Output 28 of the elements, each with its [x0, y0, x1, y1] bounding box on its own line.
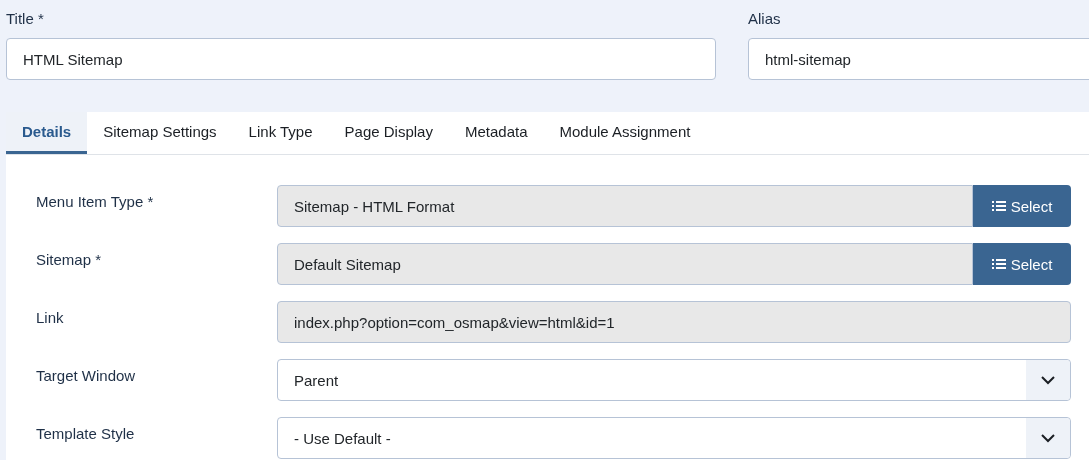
- readonly-field: index.php?option=com_osmap&view=html&id=1: [277, 301, 1071, 343]
- tab[interactable]: Page Display: [328, 112, 449, 154]
- readonly-field: Sitemap - HTML Format: [277, 185, 973, 227]
- field-label: Sitemap *: [36, 250, 103, 270]
- select-button[interactable]: Select: [973, 243, 1071, 285]
- dropdown[interactable]: Parent: [277, 359, 1071, 401]
- field-label: Target Window: [36, 366, 137, 386]
- field-label: Template Style: [36, 424, 136, 444]
- field-label: Alias: [748, 10, 782, 29]
- text-field[interactable]: HTML Sitemap: [6, 38, 716, 80]
- field-label: Link: [36, 308, 65, 328]
- list-icon: [991, 200, 1006, 212]
- list-icon: [991, 258, 1006, 270]
- field-label: Menu Item Type *: [36, 192, 155, 212]
- tab[interactable]: Sitemap Settings: [87, 112, 233, 154]
- field-label: Title *: [6, 10, 45, 29]
- chevron-down-icon: [1041, 433, 1055, 443]
- chevron-down-icon: [1041, 375, 1055, 385]
- tab[interactable]: Module Assignment: [543, 112, 707, 154]
- tab[interactable]: Details: [6, 112, 88, 154]
- dropdown-value: - Use Default -: [294, 429, 391, 447]
- dropdown-value: Parent: [294, 371, 339, 389]
- select-button[interactable]: Select: [973, 185, 1071, 227]
- dropdown[interactable]: - Use Default -: [277, 417, 1071, 459]
- readonly-field: Default Sitemap: [277, 243, 973, 285]
- tab[interactable]: Metadata: [448, 112, 544, 154]
- text-field[interactable]: html-sitemap: [748, 38, 1089, 80]
- tab[interactable]: Link Type: [232, 112, 329, 154]
